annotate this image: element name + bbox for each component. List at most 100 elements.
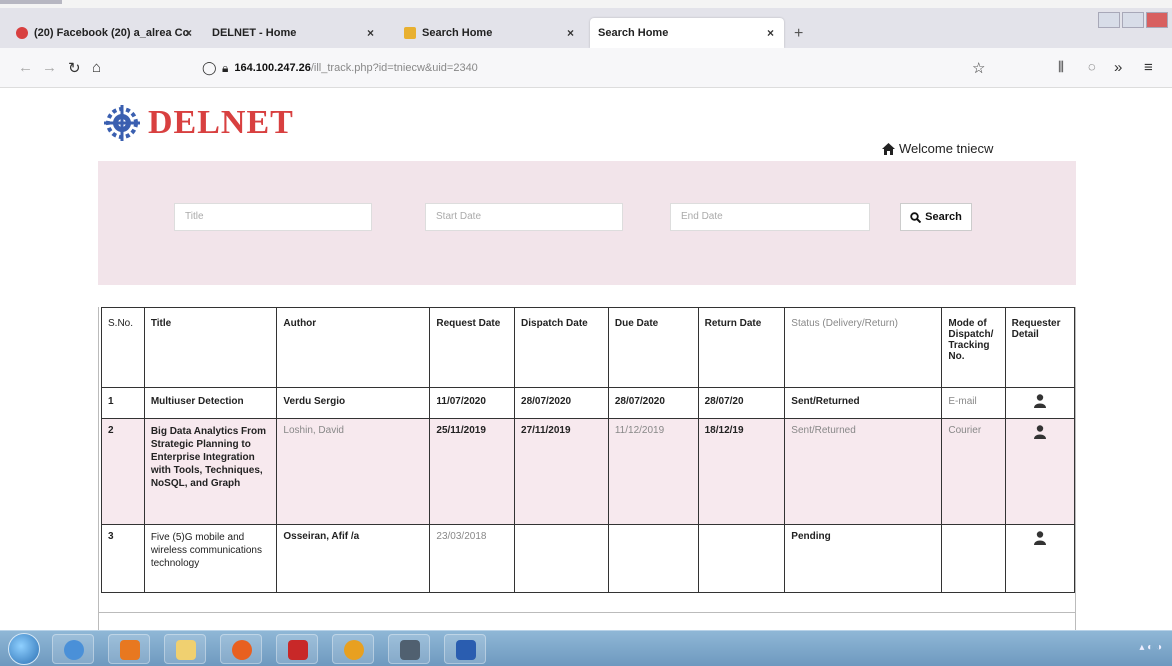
cell-title: Big Data Analytics From Strategic Planni… (143, 418, 278, 525)
header-return-date: Return Date (697, 307, 786, 388)
tab-label: DELNET - Home (212, 27, 297, 39)
cell-title: Five (5)G mobile and wireless communicat… (143, 524, 278, 593)
end-date-input[interactable]: End Date (670, 203, 870, 231)
header-request-date: Request Date (429, 307, 516, 388)
results-table-wrapper: S.No. Title Author Request Date Dispatch… (98, 307, 1076, 630)
window-title-mark (0, 0, 62, 4)
delnet-logo[interactable]: DELNET (102, 103, 294, 143)
header-title: Title (143, 307, 278, 388)
cell-due-date: 11/12/2019 (607, 418, 699, 525)
cell-sno: 3 (101, 524, 145, 593)
cell-mode (941, 524, 1006, 593)
close-icon[interactable]: × (185, 26, 192, 40)
taskbar-word[interactable] (444, 634, 486, 664)
header-due-date: Due Date (607, 307, 699, 388)
taskbar-media[interactable] (108, 634, 150, 664)
header-requester: Requester Detail (1004, 307, 1076, 388)
logo-text: DELNET (148, 104, 294, 141)
chrome-icon (344, 640, 364, 660)
close-icon[interactable]: × (767, 26, 774, 40)
reload-icon[interactable]: ↻ (68, 59, 81, 77)
cell-dispatch-date: 28/07/2020 (514, 387, 609, 419)
tab-label: (20) Facebook (20) a_alrea Co (34, 27, 190, 39)
tab-search-home-active[interactable]: Search Home × (590, 18, 784, 48)
taskbar-chrome[interactable] (332, 634, 374, 664)
cell-requester (1004, 387, 1076, 419)
title-input[interactable]: Title (174, 203, 372, 231)
tab-search-home[interactable]: Search Home × (396, 18, 584, 48)
close-icon[interactable]: × (567, 26, 574, 40)
tab-bar: (20) Facebook (20) a_alrea Co × DELNET -… (0, 8, 1172, 48)
bookmark-star-icon[interactable]: ☆ (972, 59, 985, 77)
internet-explorer-icon (64, 640, 84, 660)
cell-author: Loshin, David (276, 418, 431, 525)
user-icon[interactable] (1033, 531, 1046, 545)
facebook-icon (16, 27, 28, 39)
welcome-link[interactable]: Welcome tniecw (882, 141, 993, 156)
start-button[interactable] (8, 633, 40, 665)
cell-sno: 1 (101, 387, 145, 419)
table-header-row: S.No. Title Author Request Date Dispatch… (101, 307, 1076, 388)
header-sno: S.No. (101, 307, 145, 388)
cell-sno: 2 (101, 418, 145, 525)
cell-return-date: 28/07/20 (697, 387, 786, 419)
taskbar-firefox[interactable] (220, 634, 262, 664)
header-dispatch-date: Dispatch Date (514, 307, 609, 388)
new-tab-button[interactable]: + (794, 25, 803, 43)
cell-status: Sent/Returned (784, 387, 943, 419)
home-icon[interactable]: ⌂ (92, 59, 101, 76)
minimize-button[interactable] (1098, 12, 1120, 28)
header-author: Author (276, 307, 431, 388)
window-controls (1098, 12, 1168, 28)
maximize-button[interactable] (1122, 12, 1144, 28)
table-bottom-border (99, 612, 1075, 613)
taskbar-app[interactable] (388, 634, 430, 664)
cell-return-date (697, 524, 786, 593)
overflow-icon[interactable]: » (1114, 59, 1122, 76)
results-table: S.No. Title Author Request Date Dispatch… (101, 307, 1076, 593)
close-icon[interactable]: × (367, 26, 374, 40)
cell-status: Sent/Returned (784, 418, 943, 525)
tab-label: Search Home (422, 27, 493, 39)
cell-due-date (607, 524, 699, 593)
taskbar-ie[interactable] (52, 634, 94, 664)
word-icon (456, 640, 476, 660)
user-icon[interactable] (1033, 425, 1046, 439)
cell-request-date: 25/11/2019 (429, 418, 516, 525)
cell-mode: E-mail (941, 387, 1006, 419)
shield-icon[interactable]: ◯ (202, 60, 217, 76)
top-strip (0, 0, 1172, 8)
media-player-icon (120, 640, 140, 660)
table-row: 3 Five (5)G mobile and wireless communic… (101, 524, 1076, 593)
tab-delnet-home[interactable]: DELNET - Home × (204, 18, 384, 48)
taskbar-acrobat[interactable] (276, 634, 318, 664)
cell-requester (1004, 418, 1076, 525)
menu-icon[interactable]: ≡ (1144, 59, 1153, 76)
taskbar: ▴ ◐ ◑ (0, 630, 1172, 666)
folder-icon (176, 640, 196, 660)
system-tray[interactable]: ▴ ◐ ◑ (1139, 642, 1162, 653)
user-icon[interactable] (1033, 394, 1046, 408)
cell-request-date: 23/03/2018 (429, 524, 516, 593)
url-bar[interactable]: 🔒︎ 164.100.247.26 /ill_track.php?id=tnie… (222, 57, 722, 79)
tab-label: Search Home (598, 27, 669, 39)
home-icon (882, 142, 895, 155)
lock-icon: 🔒︎ (222, 60, 229, 75)
start-date-input[interactable]: Start Date (425, 203, 623, 231)
url-host: 164.100.247.26 (234, 62, 311, 74)
library-icon[interactable]: ⫼ (1058, 59, 1064, 75)
forward-icon[interactable]: → (42, 59, 57, 76)
search-button-label: Search (925, 211, 962, 223)
taskbar-explorer[interactable] (164, 634, 206, 664)
search-icon (910, 211, 922, 223)
page-icon (404, 27, 416, 39)
pocket-icon[interactable]: ◌ (1088, 59, 1096, 74)
close-window-button[interactable] (1146, 12, 1168, 28)
search-button[interactable]: Search (900, 203, 972, 231)
cell-due-date: 28/07/2020 (607, 387, 699, 419)
cell-author: Osseiran, Afif /a (276, 524, 431, 593)
back-icon[interactable]: ← (18, 59, 33, 76)
tab-facebook[interactable]: (20) Facebook (20) a_alrea Co × (8, 18, 200, 48)
firefox-icon (232, 640, 252, 660)
cell-mode: Courier (941, 418, 1006, 525)
